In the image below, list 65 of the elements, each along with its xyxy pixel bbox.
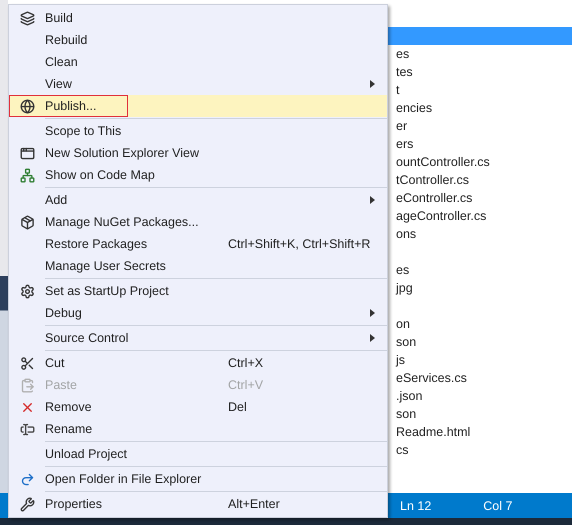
menu-label: Debug (45, 306, 83, 320)
menu-item[interactable]: Restore Packages Ctrl+Shift+K, Ctrl+Shift+R (9, 233, 387, 255)
package-icon (20, 214, 34, 230)
menu-item[interactable]: Manage NuGet Packages... (9, 211, 387, 233)
submenu-arrow-icon (370, 196, 375, 204)
menu-label: Clean (45, 55, 79, 69)
menu-item[interactable]: Properties Alt+Enter (9, 493, 387, 515)
menu-label: Properties (45, 497, 103, 511)
settings-icon (20, 284, 34, 298)
submenu-arrow-icon (370, 334, 375, 342)
wrench-icon (20, 496, 34, 512)
menu-item[interactable]: Cut Ctrl+X (9, 352, 387, 374)
menu-label: Rename (45, 422, 94, 436)
menu-item[interactable]: Clean (9, 51, 387, 73)
menu-item[interactable]: Publish... (9, 95, 387, 117)
menu-item[interactable]: Unload Project (9, 443, 387, 465)
menu-label: Manage User Secrets (45, 259, 167, 273)
menu-label: New Solution Explorer View (45, 146, 200, 160)
menu-label: Publish... (45, 99, 98, 113)
menu-label: Open Folder in File Explorer (45, 472, 202, 486)
menu-item[interactable]: Build (9, 7, 387, 29)
shortcut-text: Ctrl+X (228, 356, 264, 370)
menu-label: Scope to This (45, 124, 122, 138)
scissors-icon (20, 356, 34, 370)
redo-arrow-icon (20, 472, 34, 486)
menu-label: Build (45, 11, 74, 25)
hierarchy-icon (20, 168, 34, 182)
menu-label: Rebuild (45, 33, 88, 47)
shortcut-text: Ctrl+Shift+K, Ctrl+Shift+R (228, 237, 370, 251)
shortcut-text: Del (228, 400, 247, 414)
layers-icon (20, 10, 34, 26)
clipboard-icon (20, 378, 34, 392)
menu-item[interactable]: Set as StartUp Project (9, 280, 387, 302)
window-icon (20, 146, 34, 160)
menu-item[interactable]: New Solution Explorer View (9, 142, 387, 164)
menu-label: Add (45, 193, 68, 207)
menu-item[interactable]: Rebuild (9, 29, 387, 51)
submenu-arrow-icon (370, 309, 375, 317)
menu-item[interactable]: Manage User Secrets (9, 255, 387, 277)
line-number: Ln 12 (400, 498, 432, 512)
menu-item[interactable]: Scope to This (9, 120, 387, 142)
menu-item[interactable]: Add (9, 189, 387, 211)
menu-label: Cut (45, 356, 66, 370)
globe-icon (20, 98, 34, 114)
menu-label: View (45, 77, 73, 91)
menu-item[interactable]: Source Control (9, 327, 387, 349)
menu-item[interactable]: Remove Del (9, 396, 387, 418)
menu-item[interactable]: Rename (9, 418, 387, 440)
menu-label: Paste (45, 378, 78, 392)
submenu-arrow-icon (370, 80, 375, 88)
menu-item[interactable]: Open Folder in File Explorer (9, 468, 387, 490)
menu-label: Unload Project (45, 447, 128, 461)
shortcut-text: Ctrl+V (228, 378, 264, 392)
column-number: Col 7 (483, 498, 512, 512)
menu-label: Source Control (45, 331, 130, 345)
text-field-icon (20, 422, 34, 436)
menu-label: Remove (45, 400, 93, 414)
shortcut-text: Alt+Enter (228, 497, 280, 511)
menu-label: Show on Code Map (45, 168, 156, 182)
menu-label: Set as StartUp Project (45, 284, 170, 298)
menu-label: Restore Packages (45, 237, 148, 251)
menu-item[interactable]: Debug (9, 302, 387, 324)
menu-item[interactable]: View (9, 73, 387, 95)
menu-item[interactable]: Show on Code Map (9, 164, 387, 186)
menu-label: Manage NuGet Packages... (45, 215, 200, 229)
